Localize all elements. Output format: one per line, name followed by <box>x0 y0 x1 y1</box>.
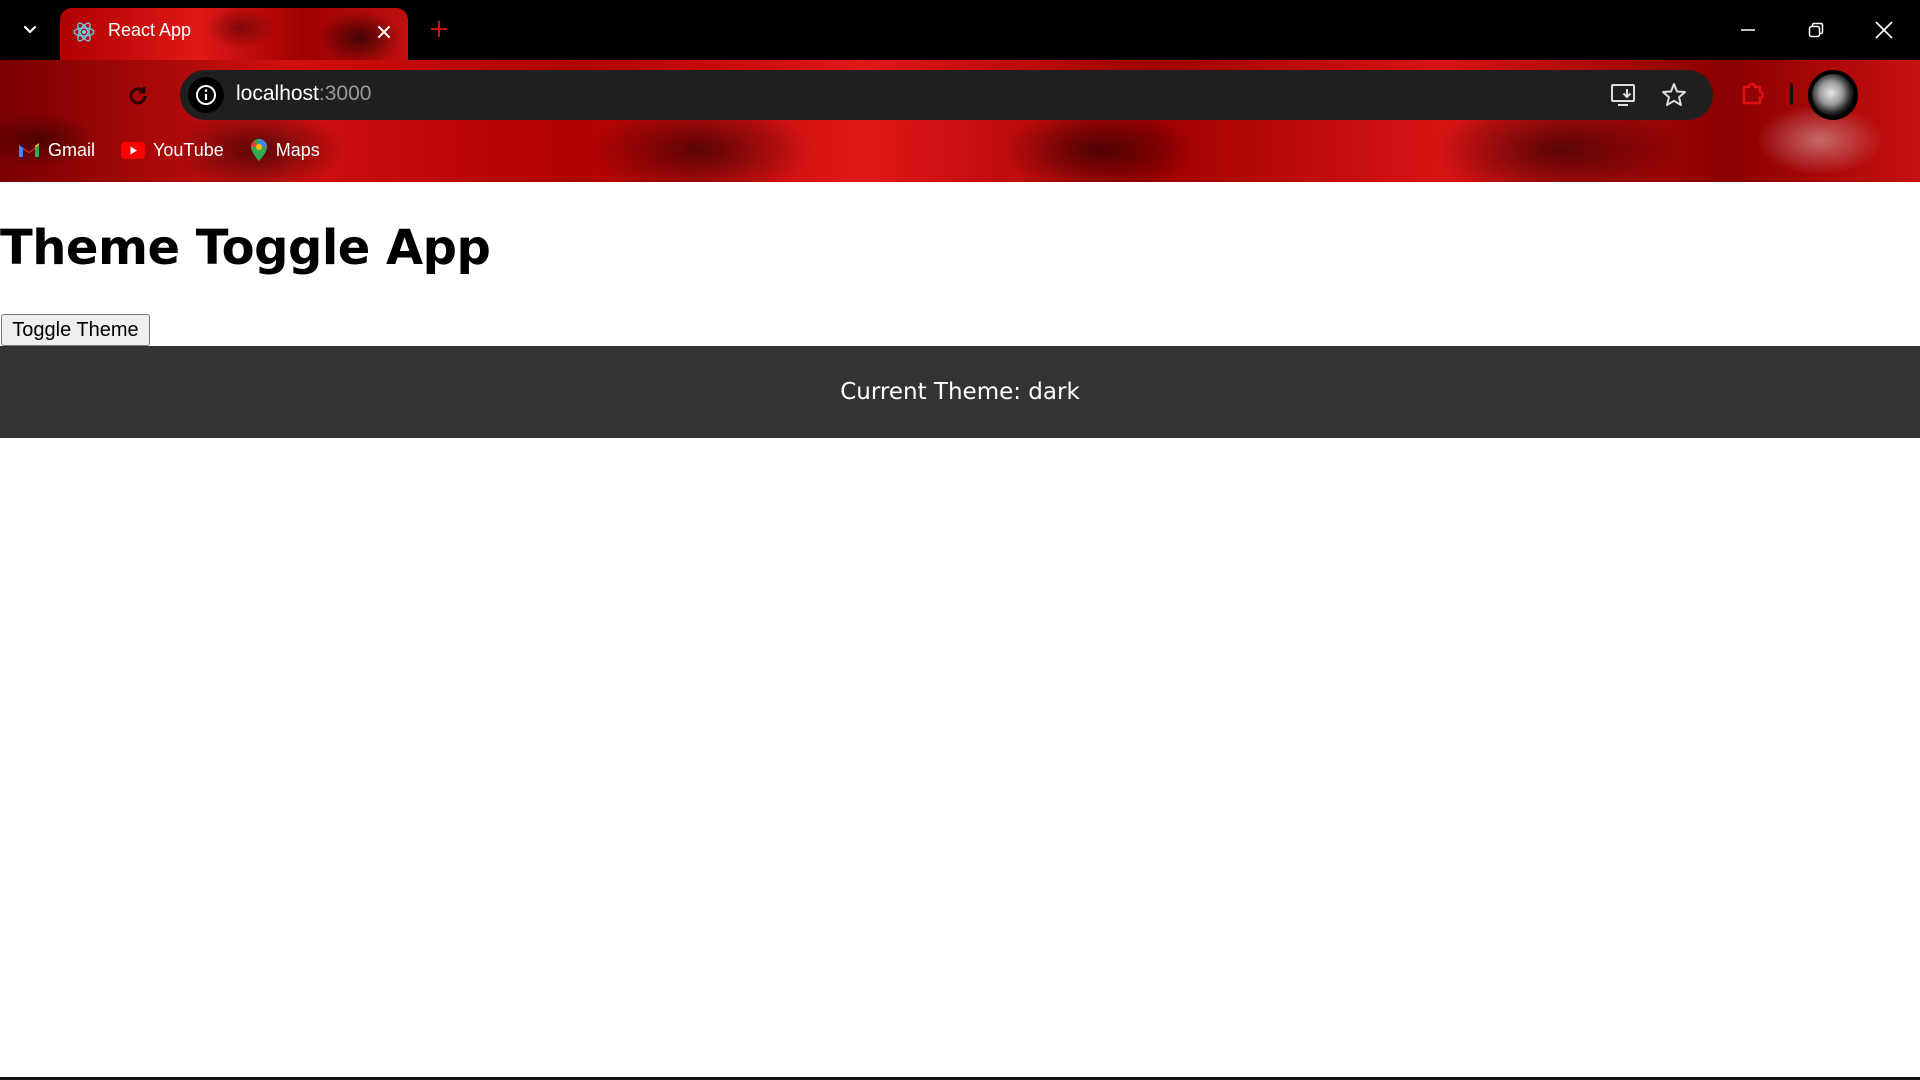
browser-chrome: React App localhost:3000 Gmail YouTube M… <box>0 0 1920 182</box>
window-close-button[interactable] <box>1862 10 1906 50</box>
youtube-icon <box>121 141 146 159</box>
theme-status-text: Current Theme: dark <box>840 379 1080 405</box>
extensions-icon[interactable] <box>1738 78 1768 108</box>
toggle-theme-button[interactable]: Toggle Theme <box>1 314 150 346</box>
bookmark-star-icon[interactable] <box>1660 81 1688 109</box>
toolbar-divider <box>1790 83 1793 105</box>
bookmark-youtube[interactable]: YouTube <box>121 140 224 161</box>
profile-avatar[interactable] <box>1808 70 1858 120</box>
page-content: Theme Toggle App Toggle Theme Current Th… <box>0 182 1920 1080</box>
reload-icon <box>129 87 147 105</box>
restore-icon <box>1808 22 1824 38</box>
bookmark-maps[interactable]: Maps <box>250 138 320 162</box>
address-bar[interactable]: localhost:3000 <box>180 70 1713 120</box>
title-bar: React App <box>0 0 1920 60</box>
tab-react-app[interactable]: React App <box>60 8 408 60</box>
bookmark-label: YouTube <box>153 139 224 160</box>
restore-button[interactable] <box>1794 10 1838 50</box>
page-title: Theme Toggle App <box>0 220 491 276</box>
plus-icon <box>431 21 447 37</box>
bookmark-label: Maps <box>275 139 320 160</box>
new-tab-button[interactable] <box>424 14 454 44</box>
info-icon <box>196 85 216 105</box>
tab-search-button[interactable] <box>10 14 50 46</box>
gmail-icon <box>19 143 39 157</box>
bookmark-label: Gmail <box>48 139 96 160</box>
bookmark-gmail[interactable]: Gmail <box>18 140 95 161</box>
maps-icon <box>250 139 267 161</box>
minimize-button[interactable] <box>1726 10 1770 50</box>
url-port: :3000 <box>318 82 372 105</box>
tab-title: React App <box>108 20 192 40</box>
reload-button[interactable] <box>118 76 158 116</box>
install-app-icon[interactable] <box>1610 82 1638 108</box>
site-info-button[interactable] <box>188 77 224 113</box>
chevron-down-icon <box>23 25 37 34</box>
react-icon <box>73 22 95 42</box>
close-icon <box>1875 21 1893 39</box>
bookmarks-bar: Gmail YouTube Maps <box>0 134 328 166</box>
tab-close-button[interactable] <box>372 20 396 44</box>
theme-status-bar: Current Theme: dark <box>0 346 1920 438</box>
url-text[interactable]: localhost:3000 <box>236 82 371 106</box>
close-icon <box>378 26 390 38</box>
minimize-icon <box>1741 29 1755 31</box>
url-host: localhost <box>236 82 319 105</box>
